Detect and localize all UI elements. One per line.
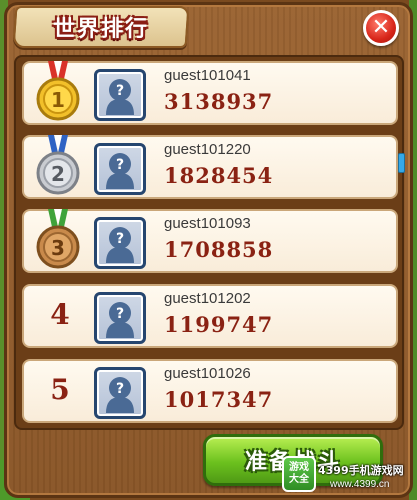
avatar[interactable]: ? — [94, 217, 146, 269]
leaderboard-row[interactable]: 1 ? guest101041 3138937 — [22, 61, 398, 125]
player-name: guest101220 — [164, 141, 251, 158]
player-score: 1828454 — [164, 163, 274, 188]
close-icon: ✕ — [371, 15, 391, 40]
bronze-medal-icon: 3 — [36, 209, 80, 269]
avatar[interactable]: ? — [94, 292, 146, 344]
avatar[interactable]: ? — [94, 69, 146, 121]
player-name: guest101093 — [164, 215, 251, 232]
player-name: guest101202 — [164, 290, 251, 307]
medal-rank-label: 2 — [51, 162, 65, 186]
player-score: 1199747 — [164, 312, 274, 337]
svg-text:?: ? — [116, 306, 124, 322]
rank-number: 4 — [50, 298, 70, 331]
player-score: 1017347 — [164, 387, 274, 412]
close-button[interactable]: ✕ — [363, 10, 399, 46]
leaderboard-list[interactable]: 1 ? guest101041 3138937 2 ? guest101220 … — [14, 55, 404, 430]
svg-text:?: ? — [116, 231, 124, 247]
player-score: 3138937 — [164, 89, 274, 114]
avatar[interactable]: ? — [94, 367, 146, 419]
leaderboard-row[interactable]: 3 ? guest101093 1708858 — [22, 209, 398, 273]
watermark-badge: 游戏 大全 — [282, 456, 316, 492]
page-title: 世界排行 — [52, 17, 149, 42]
player-score: 1708858 — [164, 237, 274, 262]
medal-rank-label: 1 — [51, 88, 65, 112]
unknown-user-icon: ? — [106, 302, 134, 338]
leaderboard-row[interactable]: 5 ? guest101026 1017347 — [22, 359, 398, 423]
title-banner: 世界排行 — [12, 6, 190, 48]
medal-rank-label: 3 — [51, 236, 65, 260]
player-name: guest101041 — [164, 67, 251, 84]
svg-text:?: ? — [116, 157, 124, 173]
unknown-user-icon: ? — [106, 153, 134, 189]
watermark-url: www.4399.cn — [330, 479, 390, 490]
player-name: guest101026 — [164, 365, 251, 382]
watermark-badge-line2: 大全 — [289, 474, 309, 485]
gold-medal-icon: 1 — [36, 61, 80, 121]
unknown-user-icon: ? — [106, 79, 134, 115]
svg-text:?: ? — [116, 381, 124, 397]
silver-medal-icon: 2 — [36, 135, 80, 195]
unknown-user-icon: ? — [106, 227, 134, 263]
rank-number: 5 — [50, 373, 70, 406]
watermark-site: 4399手机游戏网 — [318, 464, 404, 477]
scrollbar-thumb[interactable] — [398, 153, 405, 173]
svg-text:?: ? — [116, 83, 124, 99]
watermark-badge-line1: 游戏 — [289, 462, 309, 473]
leaderboard-row[interactable]: 2 ? guest101220 1828454 — [22, 135, 398, 199]
unknown-user-icon: ? — [106, 377, 134, 413]
avatar[interactable]: ? — [94, 143, 146, 195]
leaderboard-row[interactable]: 4 ? guest101202 1199747 — [22, 284, 398, 348]
